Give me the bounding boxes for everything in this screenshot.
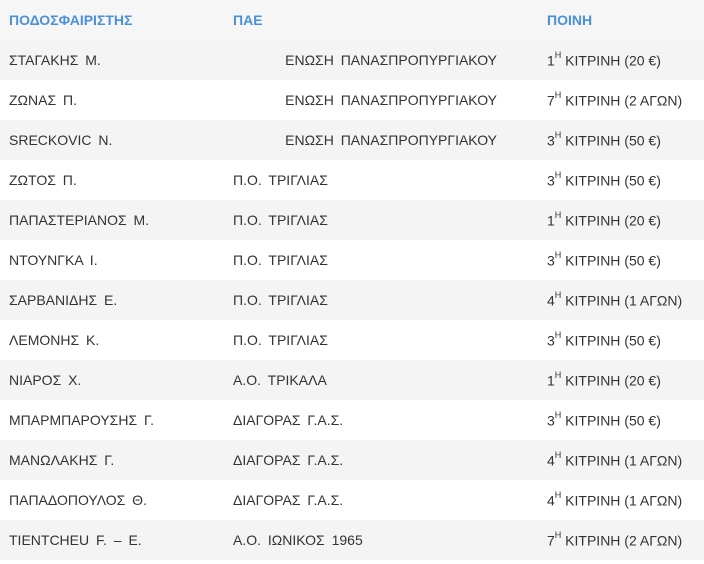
- header-player: ΠΟΔΟΣΦΑΙΡΙΣΤΗΣ: [0, 0, 224, 40]
- penalty-ordinal-suffix: Η: [554, 49, 562, 60]
- player-cell: SRECKOVIC Ν.: [0, 120, 224, 160]
- player-cell: ΠΑΠΑΔΟΠΟΥΛΟΣ Θ.: [0, 480, 224, 520]
- player-cell: ΠΑΠΑΣΤΕΡΙΑΝΟΣ Μ.: [0, 200, 224, 240]
- penalty-ordinal-suffix: Η: [554, 289, 562, 300]
- table-header-row: ΠΟΔΟΣΦΑΙΡΙΣΤΗΣ ΠΑΕ ΠΟΙΝΗ: [0, 0, 704, 40]
- penalty-text: ΚΙΤΡΙΝΗ (20 €): [561, 372, 661, 389]
- penalty-count: 3: [547, 332, 555, 349]
- penalty-text: ΚΙΤΡΙΝΗ (1 ΑΓΩΝ): [561, 452, 683, 469]
- player-cell: ΣΤΑΓΑΚΗΣ Μ.: [0, 40, 224, 80]
- club-cell: ΔΙΑΓΟΡΑΣ Γ.Α.Σ.: [224, 480, 537, 520]
- penalty-count: 4: [547, 452, 555, 469]
- table-row: ΖΩΝΑΣ Π. ΕΝΩΣΗ ΠΑΝΑΣΠΡΟΠΥΡΓΙΑΚΟΥ 7Η ΚΙΤΡΙΝ…: [0, 80, 704, 120]
- penalty-ordinal-suffix: Η: [554, 169, 562, 180]
- penalty-text: ΚΙΤΡΙΝΗ (2 ΑΓΩΝ): [561, 532, 683, 549]
- penalty-cell: 4Η ΚΙΤΡΙΝΗ (1 ΑΓΩΝ): [537, 280, 704, 320]
- penalty-count: 3: [547, 412, 555, 429]
- penalty-ordinal-suffix: Η: [554, 529, 562, 540]
- penalty-cell: 1Η ΚΙΤΡΙΝΗ (20 €): [537, 360, 704, 400]
- penalty-text: ΚΙΤΡΙΝΗ (2 ΑΓΩΝ): [561, 92, 683, 109]
- penalties-table: ΠΟΔΟΣΦΑΙΡΙΣΤΗΣ ΠΑΕ ΠΟΙΝΗ ΣΤΑΓΑΚΗΣ Μ. ΕΝΩΣ…: [0, 0, 704, 560]
- penalty-text: ΚΙΤΡΙΝΗ (20 €): [561, 52, 661, 69]
- table-row: ΠΑΠΑΔΟΠΟΥΛΟΣ Θ. ΔΙΑΓΟΡΑΣ Γ.Α.Σ. 4Η ΚΙΤΡΙΝΗ…: [0, 480, 704, 520]
- club-cell: ΔΙΑΓΟΡΑΣ Γ.Α.Σ.: [224, 400, 537, 440]
- penalty-count: 7: [547, 92, 555, 109]
- table-row: ΝΙΑΡΟΣ Χ. Α.Ο. ΤΡΙΚΑΛΑ 1Η ΚΙΤΡΙΝΗ (20 €): [0, 360, 704, 400]
- club-cell: Π.Ο. ΤΡΙΓΛΙΑΣ: [224, 280, 537, 320]
- penalty-cell: 7Η ΚΙΤΡΙΝΗ (2 ΑΓΩΝ): [537, 80, 704, 120]
- penalty-ordinal-suffix: Η: [554, 369, 562, 380]
- club-cell: Π.Ο. ΤΡΙΓΛΙΑΣ: [224, 320, 537, 360]
- penalty-ordinal-suffix: Η: [554, 409, 562, 420]
- club-cell: Π.Ο. ΤΡΙΓΛΙΑΣ: [224, 160, 537, 200]
- table-row: ΣΤΑΓΑΚΗΣ Μ. ΕΝΩΣΗ ΠΑΝΑΣΠΡΟΠΥΡΓΙΑΚΟΥ 1Η ΚΙΤ…: [0, 40, 704, 80]
- penalty-count: 4: [547, 292, 555, 309]
- player-cell: TIENTCHEU F. – Ε.: [0, 520, 224, 560]
- club-cell: ΕΝΩΣΗ ΠΑΝΑΣΠΡΟΠΥΡΓΙΑΚΟΥ: [224, 120, 537, 160]
- player-cell: ΛΕΜΟΝΗΣ Κ.: [0, 320, 224, 360]
- penalty-ordinal-suffix: Η: [554, 329, 562, 340]
- penalty-ordinal-suffix: Η: [554, 249, 562, 260]
- penalty-cell: 3Η ΚΙΤΡΙΝΗ (50 €): [537, 160, 704, 200]
- player-cell: ΝΙΑΡΟΣ Χ.: [0, 360, 224, 400]
- penalty-cell: 1Η ΚΙΤΡΙΝΗ (20 €): [537, 200, 704, 240]
- penalty-cell: 1Η ΚΙΤΡΙΝΗ (20 €): [537, 40, 704, 80]
- penalty-text: ΚΙΤΡΙΝΗ (50 €): [561, 412, 661, 429]
- penalty-count: 3: [547, 132, 555, 149]
- penalty-ordinal-suffix: Η: [554, 89, 562, 100]
- penalty-ordinal-suffix: Η: [554, 209, 562, 220]
- table-row: ΛΕΜΟΝΗΣ Κ. Π.Ο. ΤΡΙΓΛΙΑΣ 3Η ΚΙΤΡΙΝΗ (50 €): [0, 320, 704, 360]
- table-row: TIENTCHEU F. – Ε. Α.Ο. ΙΩΝΙΚΟΣ 1965 7Η ΚΙΤ…: [0, 520, 704, 560]
- club-cell: Π.Ο. ΤΡΙΓΛΙΑΣ: [224, 200, 537, 240]
- player-cell: ΖΩΝΑΣ Π.: [0, 80, 224, 120]
- table-row: ΜΠΑΡΜΠΑΡΟΥΣΗΣ Γ. ΔΙΑΓΟΡΑΣ Γ.Α.Σ. 3Η ΚΙΤΡΙΝ…: [0, 400, 704, 440]
- penalty-count: 1: [547, 372, 555, 389]
- penalty-ordinal-suffix: Η: [554, 489, 562, 500]
- table-row: ΝΤΟΥΝΓΚΑ Ι. Π.Ο. ΤΡΙΓΛΙΑΣ 3Η ΚΙΤΡΙΝΗ (50 €…: [0, 240, 704, 280]
- penalty-count: 4: [547, 492, 555, 509]
- player-cell: ΣΑΡΒΑΝΙΔΗΣ Ε.: [0, 280, 224, 320]
- header-club: ΠΑΕ: [224, 0, 537, 40]
- penalty-cell: 3Η ΚΙΤΡΙΝΗ (50 €): [537, 400, 704, 440]
- club-cell: ΕΝΩΣΗ ΠΑΝΑΣΠΡΟΠΥΡΓΙΑΚΟΥ: [224, 40, 537, 80]
- table-row: ΜΑΝΩΛΑΚΗΣ Γ. ΔΙΑΓΟΡΑΣ Γ.Α.Σ. 4Η ΚΙΤΡΙΝΗ (1…: [0, 440, 704, 480]
- penalty-text: ΚΙΤΡΙΝΗ (50 €): [561, 132, 661, 149]
- club-cell: Π.Ο. ΤΡΙΓΛΙΑΣ: [224, 240, 537, 280]
- table-row: ΠΑΠΑΣΤΕΡΙΑΝΟΣ Μ. Π.Ο. ΤΡΙΓΛΙΑΣ 1Η ΚΙΤΡΙΝΗ …: [0, 200, 704, 240]
- player-cell: ΜΠΑΡΜΠΑΡΟΥΣΗΣ Γ.: [0, 400, 224, 440]
- club-cell: Α.Ο. ΤΡΙΚΑΛΑ: [224, 360, 537, 400]
- penalty-text: ΚΙΤΡΙΝΗ (1 ΑΓΩΝ): [561, 292, 683, 309]
- player-cell: ΝΤΟΥΝΓΚΑ Ι.: [0, 240, 224, 280]
- table-row: SRECKOVIC Ν. ΕΝΩΣΗ ΠΑΝΑΣΠΡΟΠΥΡΓΙΑΚΟΥ 3Η ΚΙ…: [0, 120, 704, 160]
- penalty-count: 7: [547, 532, 555, 549]
- penalty-text: ΚΙΤΡΙΝΗ (50 €): [561, 252, 661, 269]
- penalty-count: 3: [547, 172, 555, 189]
- player-cell: ΜΑΝΩΛΑΚΗΣ Γ.: [0, 440, 224, 480]
- table-row: ΣΑΡΒΑΝΙΔΗΣ Ε. Π.Ο. ΤΡΙΓΛΙΑΣ 4Η ΚΙΤΡΙΝΗ (1 …: [0, 280, 704, 320]
- penalty-cell: 4Η ΚΙΤΡΙΝΗ (1 ΑΓΩΝ): [537, 440, 704, 480]
- penalty-count: 1: [547, 212, 555, 229]
- penalty-cell: 4Η ΚΙΤΡΙΝΗ (1 ΑΓΩΝ): [537, 480, 704, 520]
- table-row: ΖΩΤΟΣ Π. Π.Ο. ΤΡΙΓΛΙΑΣ 3Η ΚΙΤΡΙΝΗ (50 €): [0, 160, 704, 200]
- penalty-count: 3: [547, 252, 555, 269]
- penalty-cell: 3Η ΚΙΤΡΙΝΗ (50 €): [537, 320, 704, 360]
- club-cell: Α.Ο. ΙΩΝΙΚΟΣ 1965: [224, 520, 537, 560]
- header-penalty: ΠΟΙΝΗ: [537, 0, 704, 40]
- penalty-ordinal-suffix: Η: [554, 129, 562, 140]
- penalty-text: ΚΙΤΡΙΝΗ (50 €): [561, 172, 661, 189]
- penalty-cell: 3Η ΚΙΤΡΙΝΗ (50 €): [537, 240, 704, 280]
- penalty-text: ΚΙΤΡΙΝΗ (20 €): [561, 212, 661, 229]
- penalty-text: ΚΙΤΡΙΝΗ (1 ΑΓΩΝ): [561, 492, 683, 509]
- club-cell: ΕΝΩΣΗ ΠΑΝΑΣΠΡΟΠΥΡΓΙΑΚΟΥ: [224, 80, 537, 120]
- club-cell: ΔΙΑΓΟΡΑΣ Γ.Α.Σ.: [224, 440, 537, 480]
- penalty-ordinal-suffix: Η: [554, 449, 562, 460]
- penalty-count: 1: [547, 52, 555, 69]
- player-cell: ΖΩΤΟΣ Π.: [0, 160, 224, 200]
- penalty-cell: 3Η ΚΙΤΡΙΝΗ (50 €): [537, 120, 704, 160]
- penalty-text: ΚΙΤΡΙΝΗ (50 €): [561, 332, 661, 349]
- penalty-cell: 7Η ΚΙΤΡΙΝΗ (2 ΑΓΩΝ): [537, 520, 704, 560]
